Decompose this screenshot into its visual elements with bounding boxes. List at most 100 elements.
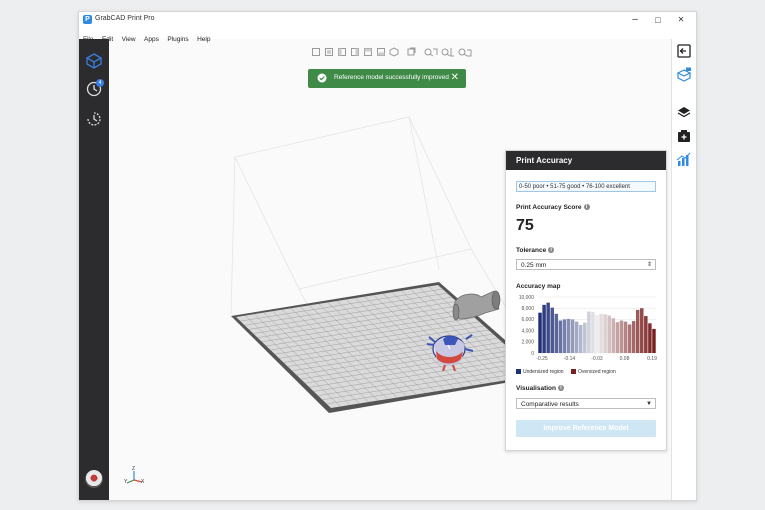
history-badge: 4 — [96, 79, 104, 87]
axis-x-label: X — [141, 479, 145, 485]
left-sidebar: 4 — [79, 39, 109, 500]
histogram-bar — [538, 312, 542, 353]
histogram-bar — [603, 314, 607, 353]
stepper-arrows-icon[interactable]: ⇕ — [647, 260, 652, 271]
view-right-icon[interactable] — [350, 47, 360, 57]
tolerance-label-text: Tolerance — [516, 247, 547, 254]
x-tick-label: 0.19 — [647, 356, 657, 362]
histogram-bar — [599, 313, 603, 353]
add-tray-icon[interactable] — [676, 128, 692, 144]
minimize-button[interactable]: – — [625, 13, 645, 27]
legend-oversized: Oversized region — [571, 369, 616, 375]
app-logo-icon: P — [83, 15, 92, 24]
score-label-text: Print Accuracy Score — [516, 204, 582, 211]
view-bottom-icon[interactable] — [376, 47, 386, 57]
score-legend: 0-50 poor • 51-75 good • 76-100 excellen… — [516, 181, 656, 192]
tolerance-label: Tolerance i — [516, 247, 555, 254]
histogram-bar — [583, 322, 587, 353]
model-view-icon[interactable] — [84, 51, 104, 71]
y-tick-label: 10,000 — [519, 295, 535, 301]
legend-undersized: Undersized region — [516, 369, 564, 375]
right-sidebar — [671, 39, 696, 500]
x-tick-label: -0.14 — [564, 356, 576, 362]
maximize-button[interactable]: □ — [648, 13, 668, 27]
accuracy-map-chart: 10,000 8,000 6,000 4,000 2,000 0-0.25 -0.14 -0.… — [519, 295, 657, 362]
view-fit-icon[interactable] — [424, 47, 438, 57]
histogram-bar — [566, 318, 571, 353]
histogram-bar — [607, 315, 611, 353]
histogram-bar — [578, 325, 583, 353]
check-circle-icon — [317, 73, 327, 83]
tolerance-select[interactable]: 0.25 mm ⇕ — [516, 259, 656, 270]
view-back-icon[interactable] — [324, 47, 334, 57]
title-bar: P GrabCAD Print Pro – □ ✕ — [79, 12, 696, 28]
visualisation-label: Visualisation i — [516, 385, 564, 392]
histogram-bar — [611, 318, 616, 353]
histogram-bar — [631, 321, 636, 353]
histogram-bar — [591, 312, 595, 353]
improve-reference-model-button[interactable]: Improve Reference Model — [516, 420, 656, 437]
y-tick-label: 6,000 — [521, 317, 534, 323]
menu-bar: File Edit View Apps Plugins Help — [79, 28, 696, 43]
axis-z-label: Z — [132, 466, 136, 472]
legend-oversized-label: Oversized region — [578, 369, 616, 375]
histogram-bar — [627, 324, 632, 353]
view-iso-icon[interactable] — [389, 47, 399, 57]
histogram-bar — [558, 320, 563, 353]
toast-message: Reference model successfully improved — [334, 74, 449, 81]
histogram-bar — [635, 309, 640, 353]
print-settings-icon[interactable] — [676, 67, 692, 83]
avatar[interactable] — [85, 470, 103, 488]
layers-icon[interactable] — [676, 104, 692, 120]
print-accuracy-panel: Print Accuracy 0-50 poor • 51-75 good • … — [505, 150, 667, 451]
info-icon[interactable]: i — [548, 247, 555, 254]
visualisation-select[interactable]: Comparative results ▼ — [516, 398, 656, 409]
histogram-bar — [648, 323, 652, 353]
histogram-bar — [652, 328, 656, 353]
view-front-icon[interactable] — [311, 47, 321, 57]
panel-title: Print Accuracy — [506, 151, 666, 170]
legend-swatch — [516, 369, 521, 375]
accuracy-score: 75 — [516, 217, 534, 234]
x-tick-label: -0.03 — [591, 356, 603, 362]
view-zoom-icon[interactable] — [441, 47, 455, 57]
accuracy-chart-icon[interactable] — [676, 152, 692, 168]
collapse-panel-icon[interactable] — [676, 43, 692, 59]
legend-undersized-label: Undersized region — [523, 369, 564, 375]
y-tick-label: 8,000 — [521, 306, 534, 312]
histogram-bar — [619, 320, 624, 353]
visualisation-value: Comparative results — [521, 401, 579, 408]
histogram-bar — [546, 302, 550, 353]
histogram-bar — [562, 319, 567, 353]
success-toast: Reference model successfully improved ✕ — [308, 69, 466, 88]
histogram-bar — [644, 316, 648, 353]
y-tick-label: 0 — [531, 351, 534, 357]
view-select-icon[interactable] — [458, 47, 472, 57]
histogram-bar — [623, 321, 628, 353]
y-tick-label: 4,000 — [521, 328, 534, 334]
accuracy-map-label: Accuracy map — [516, 283, 561, 290]
histogram-bar — [542, 304, 546, 353]
chevron-down-icon[interactable]: ▼ — [646, 399, 652, 410]
tolerance-value: 0.25 mm — [521, 262, 547, 269]
legend-swatch — [571, 369, 576, 375]
window-title: GrabCAD Print Pro — [95, 15, 155, 22]
y-tick-label: 2,000 — [521, 340, 534, 346]
toast-close-icon[interactable]: ✕ — [451, 71, 459, 85]
elbow-part — [452, 290, 501, 321]
visualisation-label-text: Visualisation — [516, 385, 556, 392]
histogram-bar — [554, 313, 559, 353]
score-label: Print Accuracy Score i — [516, 204, 590, 211]
info-icon[interactable]: i — [557, 385, 564, 392]
histogram-bar — [550, 307, 554, 353]
histogram-bar — [570, 319, 575, 353]
histogram-bar — [587, 311, 591, 353]
histogram-bar — [615, 322, 620, 353]
view-perspective-icon[interactable] — [406, 47, 416, 57]
info-icon[interactable]: i — [583, 204, 590, 211]
x-tick-label: -0.25 — [536, 356, 548, 362]
view-left-icon[interactable] — [337, 47, 347, 57]
close-button[interactable]: ✕ — [671, 13, 691, 27]
timeline-icon[interactable] — [84, 109, 104, 129]
view-top-icon[interactable] — [363, 47, 373, 57]
